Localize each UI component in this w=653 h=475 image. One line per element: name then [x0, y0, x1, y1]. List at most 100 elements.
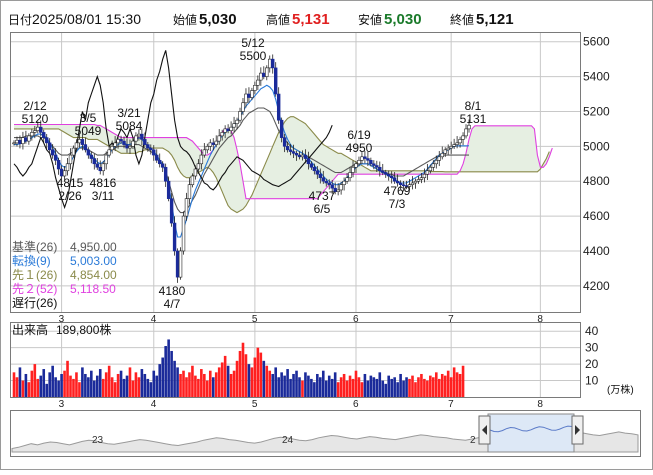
price-tick-label: 5400 — [583, 70, 610, 84]
volume-bar — [185, 377, 188, 397]
volume-bar — [188, 372, 191, 397]
volume-bar — [316, 373, 319, 397]
volume-bar — [461, 365, 465, 397]
annotation-primary: 3/5 — [80, 111, 97, 125]
volume-bar — [339, 377, 343, 397]
volume-bar — [12, 372, 16, 397]
volume-bar — [274, 367, 277, 397]
annotation-secondary: 5131 — [460, 112, 487, 126]
volume-bar — [247, 364, 251, 397]
volume-bar — [286, 369, 289, 397]
volume-bar — [232, 370, 236, 397]
high-label: 高値 — [266, 12, 290, 27]
volume-bar — [235, 360, 239, 397]
volume-bar — [289, 378, 292, 397]
high-value: 5,131 — [292, 11, 330, 28]
volume-bar — [420, 373, 423, 397]
volume-bar — [434, 372, 438, 397]
volume-tick-label: 20 — [585, 357, 599, 371]
volume-bar — [414, 382, 417, 397]
volume-bar — [333, 372, 337, 397]
annotation-secondary: 5084 — [116, 119, 143, 133]
annotation-primary: 3/21 — [117, 106, 141, 120]
legend-value: 5,118.50 — [70, 282, 116, 296]
volume-bar — [271, 373, 275, 397]
volume-bar — [301, 380, 304, 397]
volume-bar — [277, 377, 280, 397]
annotation-primary: 4815 — [57, 176, 84, 190]
volume-bar — [101, 378, 105, 397]
volume-bar — [304, 372, 307, 397]
low-label: 安値 — [358, 12, 382, 27]
legend-label: 基準(26) — [12, 239, 57, 254]
volume-bar — [119, 370, 123, 397]
close-value: 5,121 — [476, 11, 514, 28]
volume-bar — [30, 370, 34, 397]
volume-bar — [360, 382, 364, 397]
volume-bar — [149, 382, 153, 397]
price-tick-label: 5600 — [583, 35, 610, 49]
volume-bar — [366, 380, 370, 397]
volume-bar — [211, 377, 215, 397]
volume-bar — [417, 377, 420, 397]
annotation-primary: 4769 — [384, 184, 411, 198]
volume-bar — [408, 378, 411, 397]
volume-bar — [437, 378, 441, 397]
volume-bar — [39, 375, 43, 397]
volume-bar — [158, 364, 162, 397]
volume-bar — [348, 375, 352, 397]
volume-bar — [378, 372, 382, 397]
price-tick-label: 5000 — [583, 139, 610, 153]
volume-bar — [182, 370, 185, 397]
volume-bar — [63, 370, 66, 397]
volume-bar — [283, 375, 286, 397]
volume-bar — [78, 382, 81, 397]
volume-bar — [458, 373, 462, 397]
navigator-left-handle[interactable] — [478, 415, 491, 445]
volume-bar — [369, 375, 373, 397]
legend-value: 4,950.00 — [70, 240, 117, 254]
price-tick-label: 4600 — [583, 209, 610, 223]
volume-bar — [122, 378, 126, 397]
legend-label: 先２(52) — [12, 282, 57, 296]
volume-bar — [72, 378, 75, 397]
volume-bar — [128, 367, 132, 397]
volume-bar — [250, 367, 254, 397]
volume-bar — [98, 369, 102, 397]
volume-bar — [241, 342, 245, 397]
volume-bar — [280, 372, 283, 397]
volume-bar — [443, 375, 447, 397]
volume-unit: (万株) — [607, 383, 634, 396]
volume-bar — [107, 365, 111, 397]
volume-bar — [21, 380, 25, 397]
volume-bar — [384, 383, 388, 397]
volume-bar — [45, 383, 49, 397]
volume-bar — [429, 375, 432, 397]
volume-bar — [176, 367, 179, 397]
volume-bar — [455, 372, 459, 397]
volume-month-tick-label: 6 — [353, 399, 359, 410]
volume-bar — [66, 360, 69, 397]
volume-bar — [140, 369, 144, 397]
navigator-right-handle[interactable] — [571, 415, 584, 445]
volume-bar — [372, 377, 376, 397]
annotation-secondary: 3/11 — [92, 189, 115, 203]
volume-bar — [345, 380, 349, 397]
volume-bar — [125, 375, 129, 397]
volume-bar — [146, 378, 150, 397]
volume-bar — [396, 382, 399, 397]
volume-bar — [214, 372, 218, 397]
volume-bar — [327, 375, 331, 397]
navigator-window[interactable] — [487, 413, 575, 453]
volume-bar — [69, 375, 72, 397]
volume-bar — [226, 365, 230, 397]
volume-bar — [423, 378, 426, 397]
volume-bar — [238, 350, 242, 397]
annotation-primary: 2/12 — [23, 99, 47, 113]
open-value: 5,030 — [199, 11, 237, 28]
volume-bar — [440, 373, 444, 397]
volume-bar — [387, 375, 391, 397]
volume-bar — [15, 377, 19, 397]
annotation-secondary: 2/26 — [58, 189, 82, 203]
price-tick-label: 4200 — [583, 279, 610, 293]
